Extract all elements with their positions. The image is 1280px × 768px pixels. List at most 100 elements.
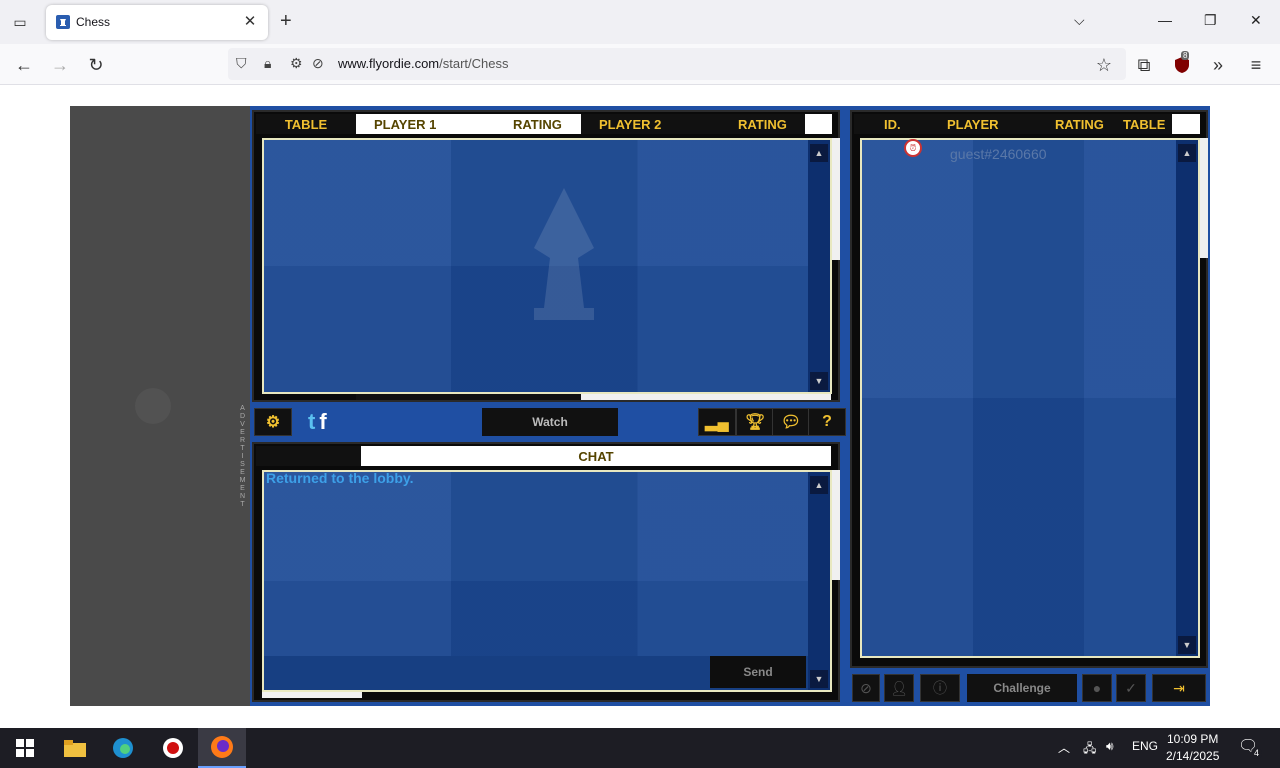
windows-start-icon[interactable] bbox=[10, 734, 40, 762]
col-rating2[interactable]: RATING bbox=[738, 117, 787, 132]
alarm-clock-icon: ⏰︎ bbox=[904, 139, 922, 157]
file-explorer-icon[interactable] bbox=[60, 734, 90, 762]
trophy-icon[interactable]: 🏆︎ bbox=[736, 408, 774, 436]
players-scrollbar[interactable]: ▲ ▼ bbox=[1176, 140, 1198, 656]
chat-message: Returned to the lobby. bbox=[266, 470, 414, 486]
language-indicator[interactable]: ENG bbox=[1132, 739, 1158, 753]
permissions-icon[interactable]: ⚙ bbox=[290, 55, 303, 72]
check-icon[interactable]: ✓ bbox=[1116, 674, 1146, 702]
tab-chess[interactable]: Chess ✕ bbox=[46, 5, 268, 40]
windows-taskbar: ︿ 🖧︎ 🔊︎ ENG 10:09 PM 2/14/2025 🗨︎ 4 bbox=[0, 728, 1280, 768]
overflow-chevron-icon[interactable]: » bbox=[1206, 53, 1230, 77]
url-path: /start/Chess bbox=[439, 56, 509, 71]
facebook-icon[interactable]: f bbox=[319, 409, 326, 435]
list-all-tabs-icon[interactable]: ⌵ bbox=[1074, 12, 1085, 29]
chess-lobby: TABLE PLAYER 1 RATING PLAYER 2 RATING ▲ … bbox=[250, 106, 1210, 706]
page-content: ADVERTISEMENT TABLE PLAYER 1 RATING PLAY… bbox=[0, 85, 1280, 728]
players-scroll-down-icon[interactable]: ▼ bbox=[1178, 636, 1196, 654]
players-scroll-up-icon[interactable]: ▲ bbox=[1178, 144, 1196, 162]
watch-button[interactable]: Watch bbox=[482, 408, 618, 436]
tracking-blocked-icon[interactable]: ⊘ bbox=[312, 55, 324, 72]
advertisement-label: ADVERTISEMENT bbox=[239, 405, 246, 509]
chat-vbar bbox=[832, 470, 840, 580]
tables-list[interactable]: ▲ ▼ bbox=[262, 138, 832, 394]
info-icon[interactable]: ⓘ bbox=[920, 674, 960, 702]
scroll-up-icon[interactable]: ▲ bbox=[810, 144, 828, 162]
players-grid bbox=[862, 140, 1198, 656]
lock-icon[interactable]: 🔒︎ bbox=[264, 55, 271, 72]
col-player2-wrap: PLAYER 2 RATING bbox=[581, 114, 805, 134]
leaderboard-icon[interactable]: ▂▄ bbox=[698, 408, 736, 436]
tables-hbar bbox=[356, 394, 581, 400]
header-filler bbox=[805, 114, 832, 134]
chess-piece-watermark-icon bbox=[534, 188, 594, 320]
volume-icon[interactable]: 🔊︎ bbox=[1106, 739, 1114, 754]
chat-scroll-up-icon[interactable]: ▲ bbox=[810, 476, 828, 494]
chat-header: CHAT bbox=[361, 446, 831, 466]
tables-scrollbar[interactable]: ▲ ▼ bbox=[808, 140, 830, 392]
shield-icon[interactable]: ⛉ bbox=[236, 55, 247, 72]
col-player1-wrap: PLAYER 1 RATING bbox=[356, 114, 581, 134]
chat-scroll-down-icon[interactable]: ▼ bbox=[810, 670, 828, 688]
advertisement-area bbox=[70, 106, 250, 706]
col-id[interactable]: ID. bbox=[884, 117, 901, 132]
back-icon[interactable]: ← bbox=[12, 53, 36, 77]
tables-hbar-light bbox=[581, 394, 831, 400]
col-table[interactable]: TABLE bbox=[256, 114, 356, 134]
clock-time: 10:09 PM bbox=[1167, 732, 1219, 746]
show-hidden-icons-icon[interactable]: ︿ bbox=[1058, 739, 1070, 756]
players-vbar bbox=[1200, 138, 1208, 258]
social-links: t f bbox=[308, 408, 348, 436]
menu-icon[interactable]: ≡ bbox=[1244, 53, 1268, 77]
players-list[interactable]: ▲ ▼ bbox=[860, 138, 1200, 658]
browser-tab-bar: ▭ Chess ✕ + ⌵ — ❐ ✕ bbox=[0, 0, 1280, 44]
extension-badge: 8 bbox=[1181, 51, 1190, 60]
ublock-extension-icon[interactable]: 8 bbox=[1170, 51, 1194, 77]
window-close-icon[interactable]: ✕ bbox=[1250, 12, 1262, 29]
chat-scrollbar[interactable]: ▲ ▼ bbox=[808, 472, 830, 690]
send-button[interactable]: Send bbox=[710, 656, 806, 688]
user-profile-icon[interactable]: 👤︎ bbox=[884, 674, 914, 702]
address-bar[interactable]: ⛉ 🔒︎ ⚙ ⊘ www.flyordie.com/start/Chess bbox=[228, 48, 1126, 80]
close-tab-icon[interactable]: ✕ bbox=[240, 12, 260, 30]
firefox-icon[interactable] bbox=[198, 728, 246, 768]
system-clock[interactable]: 10:09 PM 2/14/2025 bbox=[1166, 731, 1219, 765]
minimize-icon[interactable]: — bbox=[1158, 12, 1172, 28]
col-player1[interactable]: PLAYER 1 bbox=[374, 117, 436, 132]
network-icon[interactable]: 🖧︎ bbox=[1083, 739, 1096, 760]
col-player[interactable]: PLAYER bbox=[947, 117, 999, 132]
forward-icon[interactable]: → bbox=[48, 53, 72, 77]
screen-recorder-icon[interactable] bbox=[158, 734, 188, 762]
col-player2[interactable]: PLAYER 2 bbox=[599, 117, 661, 132]
navigation-bar: ← → ↻ ⛉ 🔒︎ ⚙ ⊘ www.flyordie.com/start/Ch… bbox=[0, 44, 1280, 85]
reload-icon[interactable]: ↻ bbox=[84, 53, 108, 77]
extensions-icon[interactable]: ⧉ bbox=[1132, 53, 1156, 77]
twitter-icon[interactable]: t bbox=[308, 409, 315, 435]
chat-header-dark bbox=[256, 446, 361, 466]
maximize-icon[interactable]: ❐ bbox=[1204, 12, 1217, 29]
chess-favicon-icon bbox=[56, 15, 70, 29]
ad-placeholder-icon bbox=[135, 388, 171, 424]
players-header-filler bbox=[1172, 114, 1200, 134]
url-domain: www.flyordie.com bbox=[338, 56, 440, 71]
exit-icon[interactable]: ⇥ bbox=[1152, 674, 1206, 702]
tables-panel: TABLE PLAYER 1 RATING PLAYER 2 RATING ▲ … bbox=[252, 110, 840, 402]
help-icon[interactable]: ? bbox=[808, 408, 846, 436]
settings-gear-icon[interactable]: ⚙ bbox=[254, 408, 292, 436]
scroll-down-icon[interactable]: ▼ bbox=[810, 372, 828, 390]
col-rating[interactable]: RATING bbox=[1055, 117, 1104, 132]
chat-hbar bbox=[262, 692, 362, 698]
col-table-number[interactable]: TABLE bbox=[1123, 117, 1165, 132]
bookmark-star-icon[interactable]: ☆ bbox=[1092, 53, 1116, 77]
minus-icon[interactable]: ● bbox=[1082, 674, 1112, 702]
challenge-button[interactable]: Challenge bbox=[967, 674, 1077, 702]
new-tab-icon[interactable]: + bbox=[280, 10, 292, 33]
tab-list-icon[interactable]: ▭ bbox=[8, 10, 32, 34]
player-row-guest[interactable]: guest#2460660 bbox=[950, 146, 1047, 162]
edge-browser-icon[interactable] bbox=[108, 734, 138, 762]
col-rating1[interactable]: RATING bbox=[513, 117, 562, 132]
notification-count: 4 bbox=[1251, 748, 1262, 759]
speech-bubble-icon[interactable]: 💬︎ bbox=[772, 408, 810, 436]
block-icon[interactable]: ⊘ bbox=[852, 674, 880, 702]
url-text[interactable]: www.flyordie.com/start/Chess bbox=[338, 56, 509, 71]
